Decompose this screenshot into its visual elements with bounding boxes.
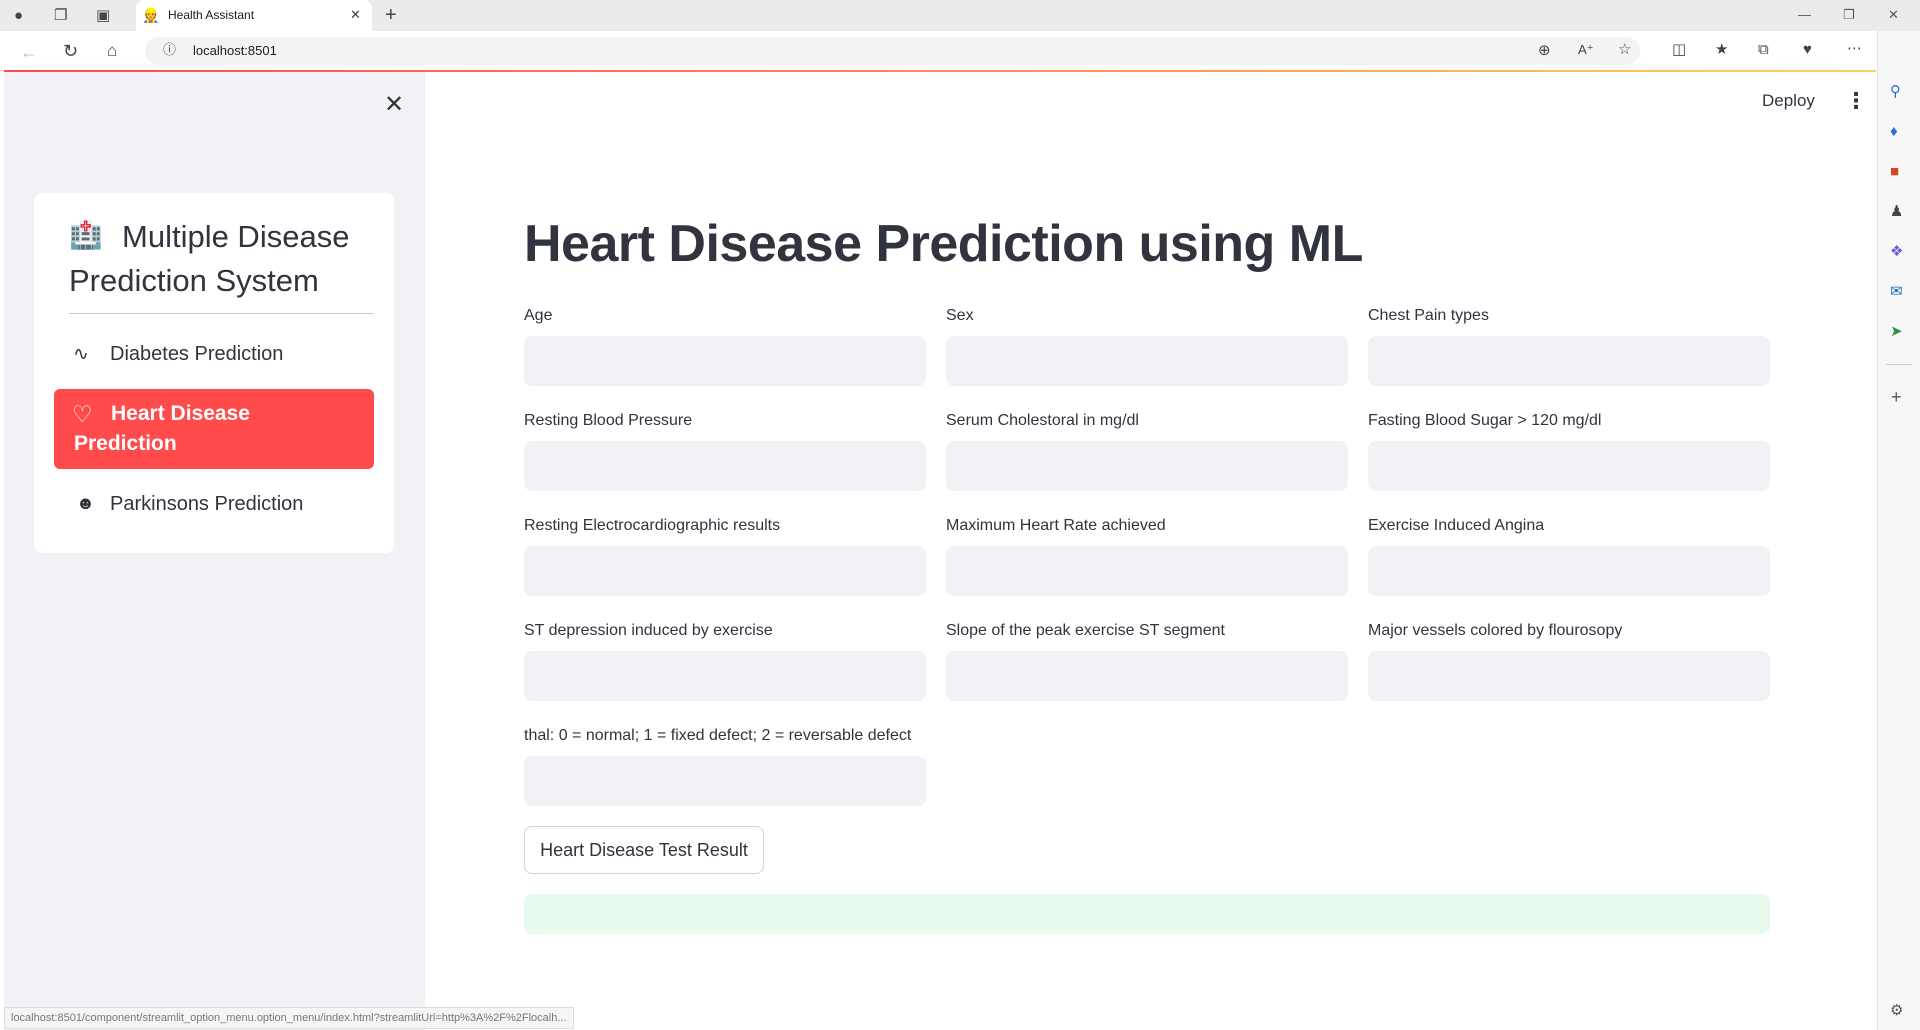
split-screen-icon[interactable]: ◫ bbox=[1672, 42, 1686, 57]
age-input[interactable] bbox=[524, 336, 926, 386]
tab-favicon-icon: 👷 bbox=[142, 7, 160, 23]
menu-item-diabetes[interactable]: Diabetes Prediction bbox=[110, 343, 283, 366]
chest-pain-input[interactable] bbox=[1368, 336, 1770, 386]
page-title: Heart Disease Prediction using ML bbox=[524, 215, 1363, 273]
sex-input[interactable] bbox=[946, 336, 1348, 386]
zoom-icon[interactable]: ⊕ bbox=[1538, 43, 1551, 58]
settings-gear-icon[interactable]: ⚙ bbox=[1890, 1003, 1903, 1018]
restore-icon[interactable]: ❐ bbox=[1843, 7, 1855, 23]
url-text: localhost:8501 bbox=[193, 43, 277, 58]
ecg-input[interactable] bbox=[524, 546, 926, 596]
url-field[interactable] bbox=[145, 37, 1640, 65]
back-icon[interactable]: ← bbox=[20, 43, 38, 61]
max-heart-rate-input[interactable] bbox=[946, 546, 1348, 596]
person-icon: ☻ bbox=[76, 493, 95, 513]
minimize-icon[interactable]: — bbox=[1798, 7, 1811, 22]
drop-icon[interactable]: ➤ bbox=[1890, 324, 1903, 339]
heart-disease-test-button[interactable]: Heart Disease Test Result bbox=[524, 826, 764, 874]
tab-actions-icon[interactable]: ▣ bbox=[96, 8, 110, 23]
angina-input[interactable] bbox=[1368, 546, 1770, 596]
angina-label: Exercise Induced Angina bbox=[1368, 517, 1545, 534]
age-label: Age bbox=[524, 307, 553, 324]
ecg-label: Resting Electrocardiographic results bbox=[524, 517, 781, 534]
menu-divider bbox=[69, 313, 374, 314]
cholesterol-input[interactable] bbox=[946, 441, 1348, 491]
st-slope-label: Slope of the peak exercise ST segment bbox=[946, 622, 1225, 639]
max-heart-rate-label: Maximum Heart Rate achieved bbox=[946, 517, 1166, 534]
status-bar-url: localhost:8501/component/streamlit_optio… bbox=[4, 1007, 574, 1029]
close-sidebar-icon[interactable]: ✕ bbox=[384, 90, 404, 119]
browser-essentials-icon[interactable]: ♥ bbox=[1803, 42, 1812, 57]
shopping-tag-icon[interactable]: ♦ bbox=[1890, 124, 1898, 139]
favorites-icon[interactable]: ★ bbox=[1715, 42, 1728, 57]
cholesterol-label: Serum Cholestoral in mg/dl bbox=[946, 412, 1139, 429]
workspaces-icon[interactable]: ❐ bbox=[54, 8, 67, 23]
resting-bp-input[interactable] bbox=[524, 441, 926, 491]
collections-icon[interactable]: ⧉ bbox=[1758, 42, 1769, 57]
chest-pain-label: Chest Pain types bbox=[1368, 307, 1489, 324]
toolbox-icon[interactable]: ■ bbox=[1890, 164, 1899, 179]
menu-item-parkinsons[interactable]: Parkinsons Prediction bbox=[110, 493, 303, 516]
add-icon[interactable]: + bbox=[1891, 388, 1902, 406]
thal-input[interactable] bbox=[524, 756, 926, 806]
menu-title: Multiple Disease Prediction System bbox=[69, 219, 350, 298]
office-icon[interactable]: ❖ bbox=[1890, 244, 1903, 259]
games-icon[interactable]: ♟ bbox=[1890, 204, 1903, 219]
close-window-icon[interactable]: ✕ bbox=[1888, 7, 1899, 23]
major-vessels-input[interactable] bbox=[1368, 651, 1770, 701]
profile-icon[interactable]: ● bbox=[14, 8, 23, 23]
main-menu-icon[interactable]: ⋮ bbox=[1845, 88, 1867, 114]
edge-sidebar-divider bbox=[1886, 364, 1912, 365]
fasting-sugar-label: Fasting Blood Sugar > 120 mg/dl bbox=[1368, 412, 1602, 429]
sex-label: Sex bbox=[946, 307, 974, 324]
edge-sidebar bbox=[1877, 31, 1920, 1030]
thal-label: thal: 0 = normal; 1 = fixed defect; 2 = … bbox=[524, 727, 912, 744]
st-slope-input[interactable] bbox=[946, 651, 1348, 701]
search-icon[interactable]: ⚲ bbox=[1890, 84, 1901, 99]
tab-title: Health Assistant bbox=[168, 8, 255, 22]
site-info-icon[interactable]: ⓘ bbox=[163, 43, 176, 56]
deploy-button[interactable]: Deploy bbox=[1762, 91, 1815, 111]
favorite-star-icon[interactable]: ☆ bbox=[1618, 42, 1631, 57]
resting-bp-label: Resting Blood Pressure bbox=[524, 412, 693, 429]
major-vessels-label: Major vessels colored by flourosopy bbox=[1368, 622, 1623, 639]
fasting-sugar-input[interactable] bbox=[1368, 441, 1770, 491]
menu-item-heart-label: Heart Disease Prediction bbox=[74, 402, 250, 455]
outlook-icon[interactable]: ✉ bbox=[1890, 284, 1903, 299]
close-tab-icon[interactable]: ✕ bbox=[350, 8, 361, 21]
activity-icon: ∿ bbox=[73, 344, 89, 365]
st-depression-label: ST depression induced by exercise bbox=[524, 622, 773, 639]
read-aloud-icon[interactable]: A⁺ bbox=[1578, 43, 1594, 56]
new-tab-icon[interactable]: + bbox=[385, 5, 397, 25]
more-options-icon[interactable]: ⋯ bbox=[1847, 41, 1862, 56]
home-icon[interactable]: ⌂ bbox=[107, 42, 117, 59]
result-success-box bbox=[524, 894, 1770, 934]
st-depression-input[interactable] bbox=[524, 651, 926, 701]
reload-icon[interactable]: ↻ bbox=[63, 42, 78, 60]
